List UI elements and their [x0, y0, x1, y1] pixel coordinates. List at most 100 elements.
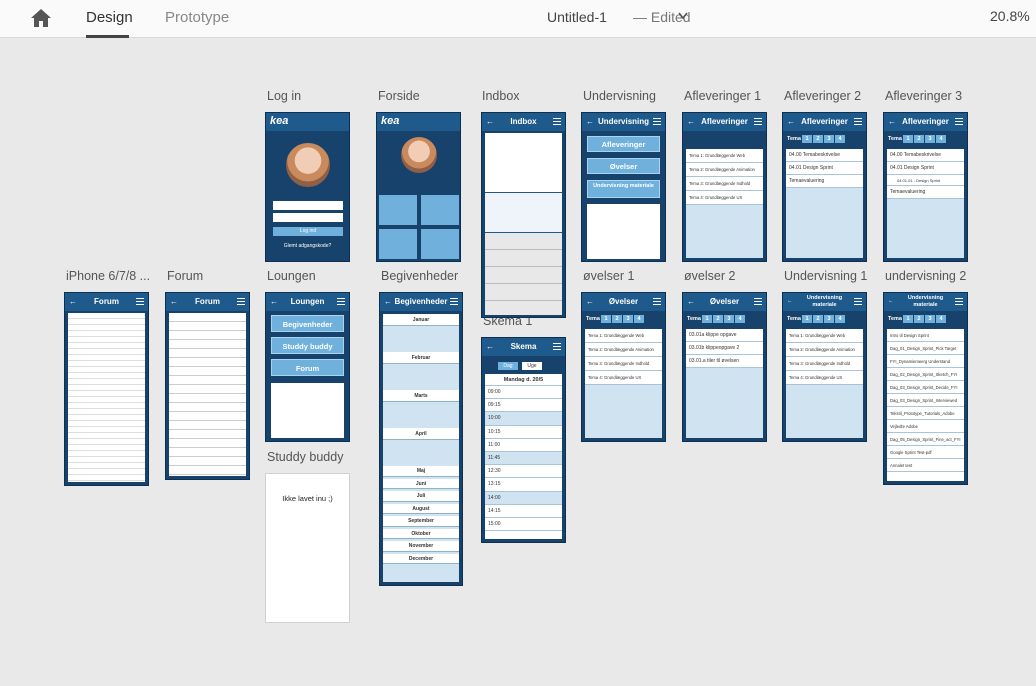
design-canvas[interactable]: Log in Forside Indbox Undervisning Aflev… — [12, 39, 1036, 686]
tab-design[interactable]: Design — [86, 9, 133, 26]
artboard-label-studdy-buddy[interactable]: Studdy buddy — [267, 450, 343, 464]
month-header[interactable]: Juni — [383, 478, 459, 489]
tema-selector[interactable]: Tema 1 2 3 4 — [586, 315, 644, 324]
list-item[interactable]: Google Sprint Test-pdf — [887, 446, 964, 459]
schedule-time[interactable]: 09:15 — [485, 399, 562, 413]
month-header[interactable]: Oktober — [383, 528, 459, 539]
tile-loungen[interactable] — [421, 229, 459, 259]
list-item[interactable]: 03.01a klippe opgave — [686, 329, 763, 342]
tema-selector[interactable]: Tema 1 2 3 4 — [687, 315, 745, 324]
month-header[interactable]: Marts — [383, 390, 459, 402]
zoom-level[interactable]: 20.8% — [990, 8, 1030, 24]
list-item[interactable]: 04.01.01 - Design Sprint — [887, 175, 964, 186]
list-item[interactable]: Tema 2: Grundlæggende Animation — [585, 343, 662, 357]
artboard-undervisning-1[interactable]: ← Undervisning materiale Tema 1 2 3 4 Tema 1:… — [782, 292, 867, 442]
password-field[interactable] — [273, 213, 343, 222]
artboard-undervisning-2[interactable]: ← Undervisning materiale Tema 1 2 3 4 Intro t… — [883, 292, 968, 485]
artboard-login[interactable]: kea Log ind Glemt adgangskode? — [265, 112, 350, 262]
list-item[interactable]: 03.01b klippeopgave 2 — [686, 342, 763, 355]
list-item[interactable]: Tema 3: Grundlæggende Indhold — [786, 357, 863, 371]
artboard-label-afleveringer-2[interactable]: Afleveringer 2 — [784, 89, 861, 103]
month-header[interactable]: November — [383, 541, 459, 552]
artboard-label-forum[interactable]: Forum — [167, 269, 203, 283]
chevron-down-icon[interactable] — [678, 12, 688, 20]
month-header[interactable]: Januar — [383, 314, 459, 326]
home-icon[interactable] — [30, 8, 52, 28]
list-item[interactable]: 04.01 Design Sprint — [887, 162, 964, 175]
forum-button[interactable]: Forum — [271, 359, 344, 376]
list-item[interactable]: Tekstil_Prototype_Tutorials_Adobe — [887, 407, 964, 420]
document-title[interactable]: Untitled-1 — [547, 9, 607, 25]
artboard-label-undervisning[interactable]: Undervisning — [583, 89, 656, 103]
tema-selector[interactable]: Tema 1 2 3 4 — [787, 135, 845, 144]
begivenheder-button[interactable]: Begivenheder — [271, 315, 344, 332]
artboard-label-ovelser-2[interactable]: øvelser 2 — [684, 269, 735, 283]
artboard-iphone[interactable]: ← Forum — [64, 292, 149, 486]
schedule-time[interactable]: 15:00 — [485, 517, 562, 532]
artboard-label-begivenheder[interactable]: Begivenheder — [381, 269, 458, 283]
month-header[interactable]: September — [383, 516, 459, 527]
schedule-time[interactable]: 14:15 — [485, 504, 562, 518]
schedule-time[interactable]: 11:45 — [485, 451, 562, 466]
tema-selector[interactable]: Tema 1 2 3 4 — [888, 135, 946, 144]
list-item[interactable]: Tema 1: Grundlæggende Web — [686, 149, 763, 163]
artboard-afleveringer-2[interactable]: ← Afleveringer Tema 1 2 3 4 04.00 Temabeskriv… — [782, 112, 867, 262]
list-item[interactable]: FYI_Dynamiemeerg Understand — [887, 355, 964, 368]
list-item[interactable]: Dag_03_Design_Sprint_Decide_FYI — [887, 381, 964, 394]
list-item[interactable]: 03.01.a tiler til øvelsen — [686, 355, 763, 368]
tile-undervisning[interactable] — [379, 229, 417, 259]
list-item[interactable]: Annalet test — [887, 459, 964, 472]
list-item[interactable]: Tema 2: Grundlæggende Animation — [786, 343, 863, 357]
schedule-time[interactable]: 10:00 — [485, 412, 562, 426]
artboard-indbox[interactable]: ← Indbox — [481, 112, 566, 318]
list-item[interactable]: Vejledte Adobe — [887, 420, 964, 433]
schedule-time[interactable]: 11:00 — [485, 438, 562, 452]
tile-indbox[interactable] — [379, 195, 417, 225]
list-item[interactable]: 04.00 Temabeskrivelse — [786, 149, 863, 162]
artboard-loungen[interactable]: ← Loungen Begivenheder Studdy buddy Forum — [265, 292, 350, 442]
month-header[interactable]: August — [383, 503, 459, 514]
month-header[interactable]: Februar — [383, 352, 459, 364]
list-item[interactable]: Tema 1: Grundlæggende Web — [585, 329, 662, 343]
forgot-password-link[interactable]: Glemt adgangskode? — [266, 243, 349, 249]
schedule-time[interactable]: 09:00 — [485, 386, 562, 400]
artboard-afleveringer-1[interactable]: ← Afleveringer Tema 1: Grundlæggende Web … — [682, 112, 767, 262]
schedule-time[interactable]: 12:30 — [485, 465, 562, 479]
month-header[interactable]: April — [383, 428, 459, 440]
username-field[interactable] — [273, 201, 343, 210]
month-header[interactable]: Juli — [383, 491, 459, 502]
artboard-label-login[interactable]: Log in — [267, 89, 301, 103]
artboard-label-loungen[interactable]: Loungen — [267, 269, 316, 283]
list-item[interactable]: Dag_05_Design_Sprint_Fine_act_FYI — [887, 433, 964, 446]
artboard-afleveringer-3[interactable]: ← Afleveringer Tema 1 2 3 4 04.00 Temabeskriv… — [883, 112, 968, 262]
ovelser-button[interactable]: Øvelser — [587, 158, 660, 174]
artboard-label-undervisning-2[interactable]: undervisning 2 — [885, 269, 966, 283]
artboard-studdy-buddy[interactable]: Ikke lavet inu ;) — [265, 473, 350, 623]
afleveringer-button[interactable]: Afleveringer — [587, 136, 660, 152]
list-item[interactable]: 04.01 Design Sprint — [786, 162, 863, 175]
list-item[interactable]: Tema 1: Grundlæggende Web — [786, 329, 863, 343]
studdy-buddy-button[interactable]: Studdy buddy — [271, 337, 344, 354]
tab-uge[interactable]: Uge — [522, 362, 542, 370]
list-item[interactable]: Temaevaluering — [887, 186, 964, 199]
list-item[interactable]: Tema 4: Grundlæggende UX — [786, 371, 863, 385]
artboard-label-iphone[interactable]: iPhone 6/7/8 ... — [66, 269, 150, 283]
list-item[interactable]: Tema 4: Grundlæggende UX — [686, 191, 763, 205]
artboard-label-ovelser-1[interactable]: øvelser 1 — [583, 269, 634, 283]
schedule-time[interactable]: 13:15 — [485, 478, 562, 492]
artboard-label-forside[interactable]: Forside — [378, 89, 420, 103]
list-item[interactable]: Intro til Design Sprint — [887, 329, 964, 342]
list-item[interactable]: Temaevaluering — [786, 175, 863, 188]
tema-selector[interactable]: Tema 1 2 3 4 — [787, 315, 845, 324]
list-item[interactable]: 04.00 Temabeskrivelse — [887, 149, 964, 162]
artboard-forum[interactable]: ← Forum — [165, 292, 250, 480]
tab-prototype[interactable]: Prototype — [165, 9, 229, 26]
list-item[interactable]: Tema 3: Grundlæggende Indhold — [585, 357, 662, 371]
artboard-label-indbox[interactable]: Indbox — [482, 89, 520, 103]
artboard-skema[interactable]: ← Skema Dag Uge Mandag d. 20/5 09:00 09:15… — [481, 337, 566, 543]
tema-selector[interactable]: Tema 1 2 3 4 — [888, 315, 946, 324]
artboard-undervisning[interactable]: ← Undervisning Afleveringer Øvelser Under… — [581, 112, 666, 262]
login-button[interactable]: Log ind — [273, 227, 343, 236]
list-item[interactable]: Tema 2: Grundlæggende Animation — [686, 163, 763, 177]
tile-skema[interactable] — [421, 195, 459, 225]
